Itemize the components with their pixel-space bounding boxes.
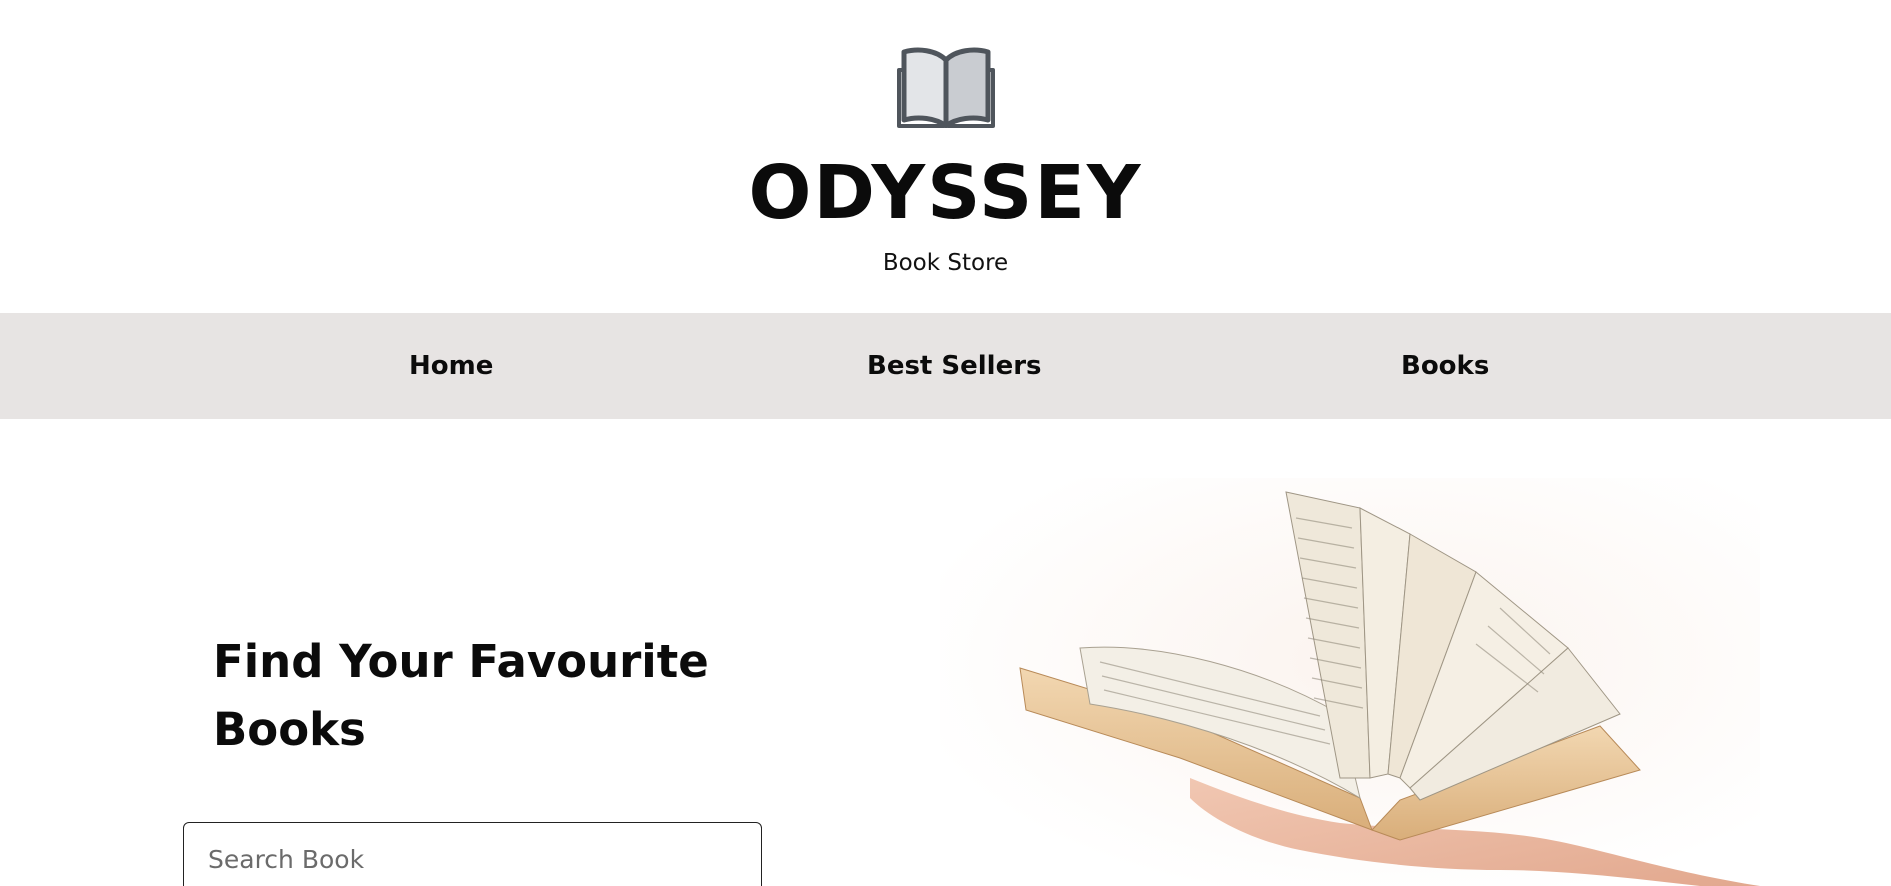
hero-book-image <box>940 478 1760 886</box>
nav-item-home[interactable]: Home <box>409 313 493 419</box>
nav-item-best-sellers[interactable]: Best Sellers <box>867 313 1042 419</box>
site-header: ODYSSEY Book Store <box>0 0 1891 313</box>
brand-tagline: Book Store <box>882 250 1009 276</box>
hero-title: Find Your Favourite Books <box>213 635 709 756</box>
open-book-icon[interactable] <box>896 40 996 128</box>
main-nav: Home Best Sellers Books <box>0 313 1891 419</box>
nav-item-books[interactable]: Books <box>1401 313 1489 419</box>
search-box[interactable] <box>183 822 762 886</box>
search-input[interactable] <box>208 837 728 881</box>
brand-name[interactable]: ODYSSEY <box>0 148 1891 238</box>
